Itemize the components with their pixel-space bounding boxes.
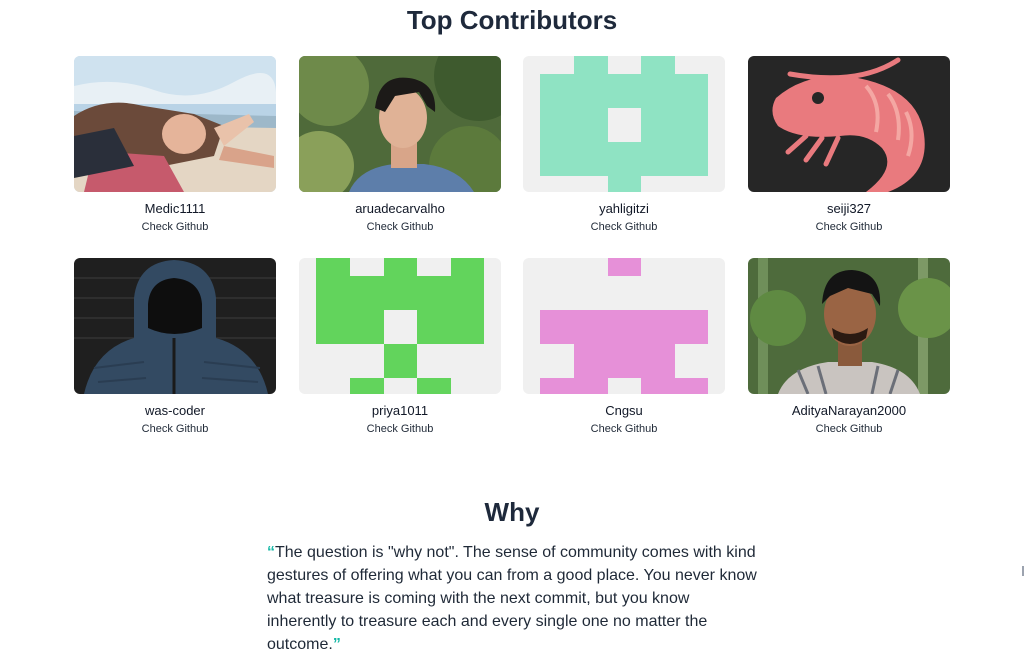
- avatar: [299, 258, 501, 394]
- avatar: [299, 56, 501, 192]
- open-quote-mark: “: [267, 544, 275, 561]
- contributor-username: was-coder: [145, 403, 205, 418]
- contributor-card-was-coder[interactable]: was-coder Check Github: [74, 258, 276, 436]
- check-github-link[interactable]: Check Github: [523, 422, 725, 436]
- identicon: [299, 258, 501, 394]
- shrimp-icon: [748, 56, 950, 192]
- hooded-figure-photo: [74, 258, 276, 394]
- avatar: [74, 56, 276, 192]
- contributors-title: Top Contributors: [406, 5, 618, 35]
- contributor-username: Medic1111: [144, 201, 206, 216]
- check-github-link[interactable]: Check Github: [74, 220, 276, 234]
- contributor-card-medic1111[interactable]: Medic1111 Check Github: [74, 56, 276, 234]
- beach-photo: [74, 56, 276, 192]
- contributor-username: aruadecarvalho: [355, 201, 445, 216]
- why-title: Why: [484, 497, 540, 527]
- why-quote: “The question is "why not". The sense of…: [267, 541, 757, 656]
- check-github-link[interactable]: Check Github: [74, 422, 276, 436]
- contributor-username: seiji327: [826, 201, 872, 216]
- check-github-link[interactable]: Check Github: [299, 220, 501, 234]
- close-quote-mark: ”: [332, 636, 341, 653]
- avatar: [523, 258, 725, 394]
- contributor-card-priya1011[interactable]: priya1011 Check Github: [299, 258, 501, 436]
- check-github-link[interactable]: Check Github: [748, 220, 950, 234]
- contributor-username: yahligitzi: [599, 201, 649, 216]
- contributor-card-cngsu[interactable]: Cngsu Check Github: [523, 258, 725, 436]
- check-github-link[interactable]: Check Github: [523, 220, 725, 234]
- check-github-link[interactable]: Check Github: [748, 422, 950, 436]
- avatar: [74, 258, 276, 394]
- contributor-card-adityanarayan2000[interactable]: AdityaNarayan2000 Check Github: [748, 258, 950, 436]
- portrait-photo: [748, 258, 950, 394]
- avatar: [523, 56, 725, 192]
- contributor-username: AdityaNarayan2000: [791, 403, 907, 418]
- contributor-card-aruadecarvalho[interactable]: aruadecarvalho Check Github: [299, 56, 501, 234]
- avatar: [748, 56, 950, 192]
- contributor-username: priya1011: [371, 403, 429, 418]
- identicon: [523, 56, 725, 192]
- portrait-photo: [299, 56, 501, 192]
- contributor-card-yahligitzi[interactable]: yahligitzi Check Github: [523, 56, 725, 234]
- contributor-username: Cngsu: [605, 403, 643, 418]
- check-github-link[interactable]: Check Github: [299, 422, 501, 436]
- avatar: [748, 258, 950, 394]
- contributor-card-seiji327[interactable]: seiji327 Check Github: [748, 56, 950, 234]
- identicon: [523, 258, 725, 394]
